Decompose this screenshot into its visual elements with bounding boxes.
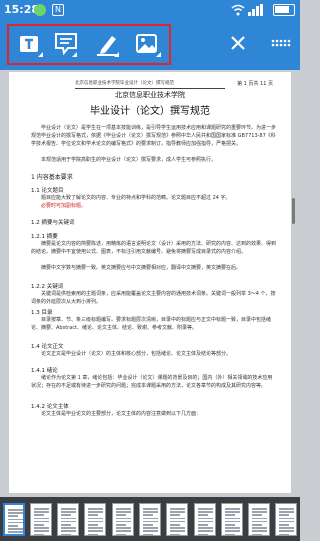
signal-icon: [248, 4, 263, 16]
page-thumbnail[interactable]: [166, 503, 189, 536]
section-1-1-heading: 1.1 论文题目: [31, 188, 64, 194]
notification-icon: N: [52, 4, 64, 16]
page-header: 北京信息职业技术学院毕业设计（论文）撰写规范: [75, 80, 225, 89]
section-1-3-heading: 1.3 目录: [31, 310, 53, 316]
section-1-4-heading: 1.4 论文正文: [31, 344, 64, 350]
image-tool-menu-indicator: [156, 52, 161, 57]
section-1-1-red-text: 必要时可加副标题。: [41, 203, 87, 209]
scrollbar-thumb[interactable]: [292, 198, 295, 224]
pen-tool-menu-indicator: [114, 52, 119, 57]
section-1-4-1-heading: 1.4.1 绪论: [31, 368, 58, 374]
page-thumbnail[interactable]: [57, 503, 80, 536]
document-title: 毕业设计（论文）撰写规范: [90, 106, 210, 117]
page-thumbnail[interactable]: [275, 503, 298, 536]
status-bar: 15:28 N: [0, 0, 300, 20]
close-icon: [231, 36, 245, 50]
text-tool-menu-indicator: [38, 52, 43, 57]
page-thumbnail[interactable]: [139, 503, 161, 536]
section-1-2-1-text-2: 摘要中文字数与摘要一致。英文摘要应与中文摘要相对应，翻译中文摘要，英文摘要在后。: [41, 265, 242, 271]
section-1-heading: 1 内容基本要求: [31, 174, 73, 181]
section-1-4-text: 论文正文是毕业设计（论文）的主体和核心部分，包括绪论、论文主体及结论等部分。: [41, 351, 232, 357]
more-button[interactable]: [268, 33, 292, 53]
section-1-2-2-heading: 1.2.2 关键词: [31, 284, 64, 290]
wechat-icon: [34, 4, 46, 16]
comment-tool-menu-indicator: [72, 52, 77, 57]
page-thumbnail[interactable]: [111, 503, 134, 536]
section-1-3-text: 目录按章、节、条三级标题编写。要求标题层次清晰，目录中的标题应与正文中标题一致，…: [31, 317, 272, 331]
page-thumbnail[interactable]: [193, 503, 216, 536]
intro-paragraph-1: 毕业设计（论文）是学生在一项基本技能训练，是引导学生运用技术应用和课题研究的重要…: [31, 125, 277, 147]
close-button[interactable]: [225, 30, 251, 56]
section-1-4-2-heading: 1.4.2 论文主体: [31, 404, 69, 410]
more-dots-icon: [271, 39, 291, 47]
battery-icon: [273, 4, 295, 16]
document-page[interactable]: 北京信息职业技术学院毕业设计（论文）撰写规范 第 1 页共 11 页 北京信息职…: [9, 72, 291, 493]
page-thumbnail[interactable]: [84, 503, 107, 536]
intro-paragraph-2: 本规范适用于学院高职生的毕业设计（论文）撰写要求，成人学生可参照执行。: [41, 157, 217, 163]
section-1-1-text: 题目应能大致了解论文的内容、专业的特点和学科的范畴。论文题目应不超过 24 字。: [41, 195, 231, 201]
section-1-2-1-heading: 1.2.1 摘要: [31, 234, 58, 240]
section-1-4-2-text: 论文主体是毕业论文的主要部分，论文主体的内容注意做到以下几方面：: [41, 411, 202, 417]
page-thumbnail[interactable]: [220, 503, 243, 536]
page-number: 第 1 页共 11 页: [237, 81, 273, 87]
page-thumbnail[interactable]: [2, 503, 25, 536]
wifi-icon: [231, 4, 245, 16]
school-name: 北京信息职业技术学院: [115, 91, 185, 99]
section-1-4-1-text: 绪论作为论文第 1 章，绪论包括：毕业设计（论文）课题的背景及目的；国内（外）相…: [31, 375, 273, 389]
section-1-2-1-text: 摘要是论文内容的简要陈述，用精炼的语言说明论文（设计）采用的方法、研究的内容、达…: [31, 241, 277, 255]
page-thumbnail[interactable]: [248, 503, 271, 536]
section-1-2-2-text: 关键词是供检索用的主题词条，应采用能覆盖论文主要内容的通用技术词条。关键词一般列…: [31, 291, 276, 305]
page-thumbnail[interactable]: [29, 503, 52, 536]
section-1-2-heading: 1.2 摘要与关键词: [31, 220, 75, 226]
